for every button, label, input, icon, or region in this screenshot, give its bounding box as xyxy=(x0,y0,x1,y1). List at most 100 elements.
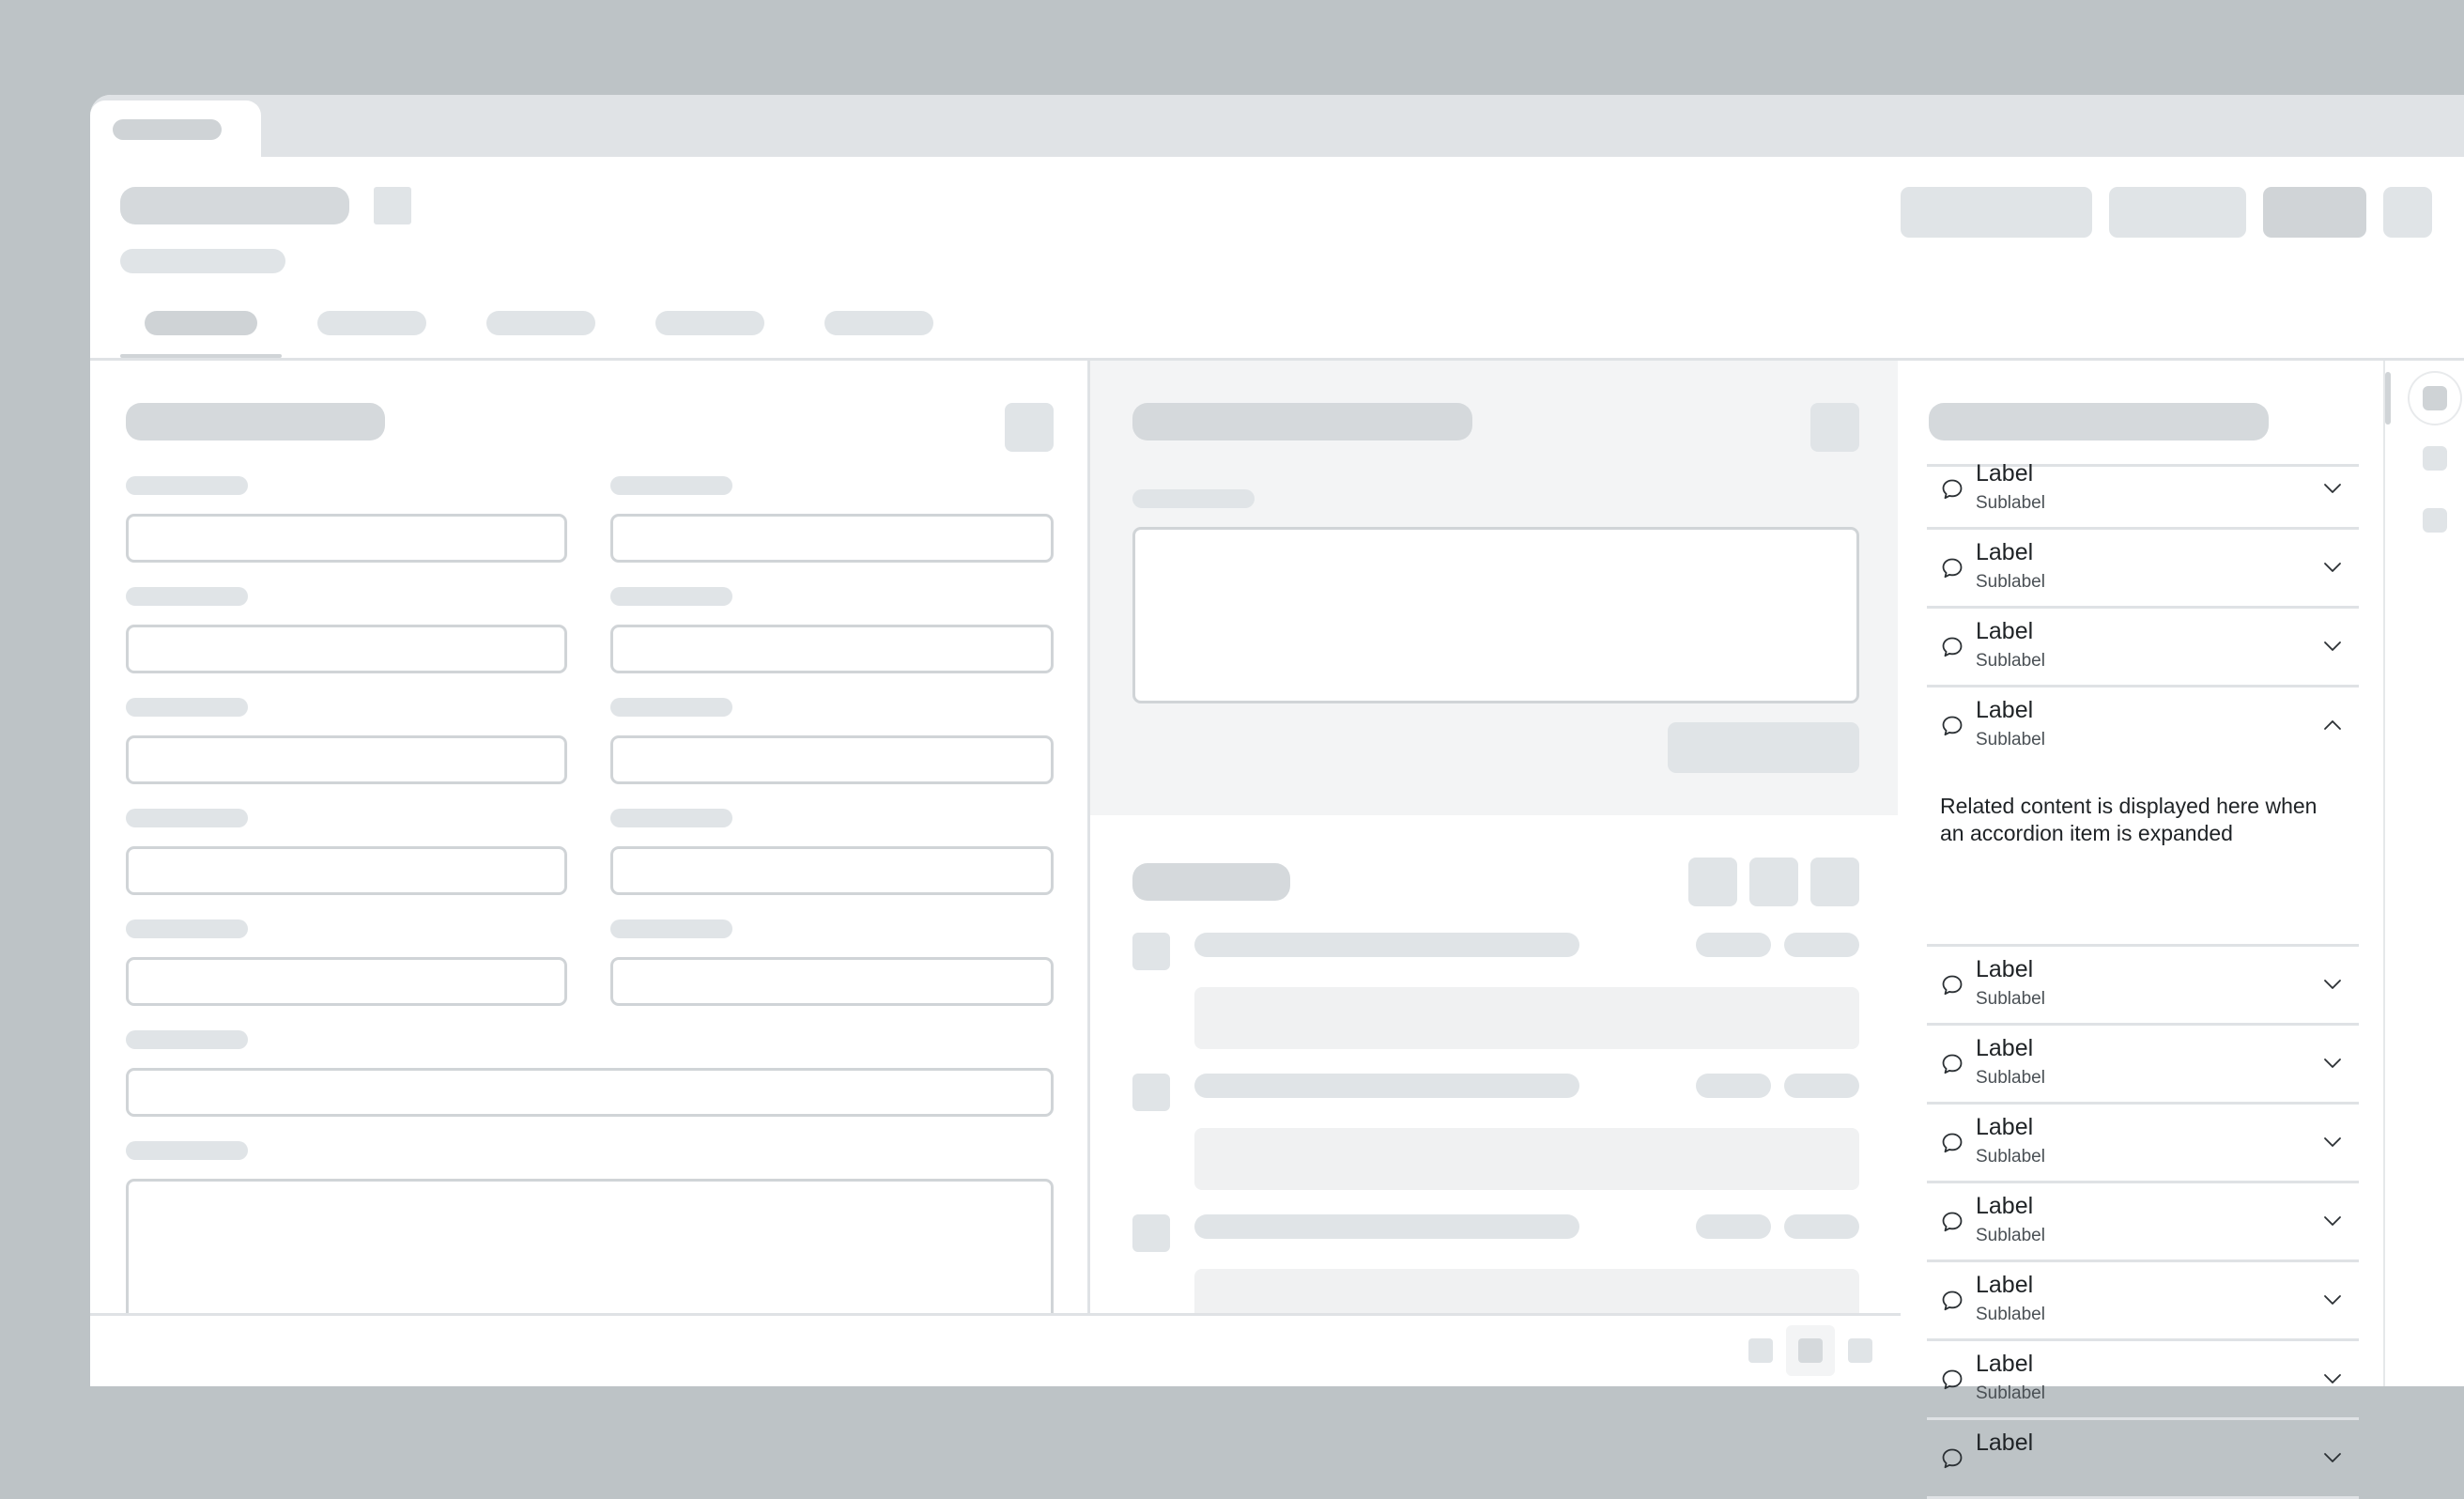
form-section-title-placeholder xyxy=(126,403,385,440)
chevron-up-icon[interactable] xyxy=(2321,714,2344,736)
view-toggle-1[interactable] xyxy=(1748,1338,1773,1363)
field-label-placeholder xyxy=(610,587,732,606)
activity-heading-placeholder xyxy=(1194,933,1579,957)
chevron-down-icon[interactable] xyxy=(2321,1289,2344,1311)
chevron-down-icon[interactable] xyxy=(2321,1368,2344,1390)
accordion-item[interactable]: Label Sublabel xyxy=(1927,609,2359,688)
activity-meta-placeholder xyxy=(1784,1214,1859,1239)
chevron-down-icon[interactable] xyxy=(2321,477,2344,500)
field-label-placeholder xyxy=(610,698,732,717)
tab-5[interactable] xyxy=(824,311,933,335)
field-label-placeholder xyxy=(126,1141,248,1160)
page-title-placeholder xyxy=(120,187,349,224)
right-rail-item-1-active[interactable] xyxy=(2410,373,2460,424)
accordion-item[interactable]: Label Sublabel xyxy=(1927,1026,2359,1105)
accordion-item[interactable]: Label Sublabel xyxy=(1927,451,2359,530)
activity-avatar xyxy=(1132,933,1170,970)
right-rail-item-3[interactable] xyxy=(2423,508,2447,533)
accordion-title-placeholder xyxy=(1929,403,2269,440)
accordion-item-label: Label xyxy=(1976,460,2034,487)
browser-tab-title-placeholder xyxy=(113,119,222,140)
header-action-button-1[interactable] xyxy=(1901,187,2092,238)
accordion-item[interactable]: Label Sublabel xyxy=(1927,1183,2359,1262)
activity-filter-button-1[interactable] xyxy=(1688,858,1737,906)
speech-bubble-icon xyxy=(1940,635,1964,659)
composer-action-button[interactable] xyxy=(1810,403,1859,452)
accordion-item[interactable]: Label Sublabel xyxy=(1927,1341,2359,1420)
speech-bubble-icon xyxy=(1940,714,1964,738)
activity-body-placeholder xyxy=(1194,987,1859,1049)
text-input-3[interactable] xyxy=(126,625,567,673)
composer-label-placeholder xyxy=(1132,489,1255,508)
activity-filter-button-3[interactable] xyxy=(1810,858,1859,906)
composer-textarea[interactable] xyxy=(1132,527,1859,703)
tab-2[interactable] xyxy=(317,311,426,335)
activity-meta-placeholder xyxy=(1784,933,1859,957)
accordion-item-expanded[interactable]: Label Sublabel Related content is displaye… xyxy=(1927,688,2359,947)
activity-meta-placeholder xyxy=(1784,1074,1859,1098)
form-section-action-button[interactable] xyxy=(1005,403,1054,452)
title-icon-placeholder[interactable] xyxy=(374,187,411,224)
chevron-down-icon[interactable] xyxy=(2321,556,2344,579)
text-input-2[interactable] xyxy=(610,514,1054,563)
tab-3[interactable] xyxy=(486,311,595,335)
accordion-item-sublabel: Sublabel xyxy=(1976,1305,2045,1324)
chevron-down-icon[interactable] xyxy=(2321,1446,2344,1469)
speech-bubble-icon xyxy=(1940,1052,1964,1076)
accordion-item-label: Label xyxy=(1976,1429,2034,1456)
chevron-down-icon[interactable] xyxy=(2321,1210,2344,1232)
bottom-bar-divider xyxy=(90,1313,1901,1316)
textarea-field[interactable] xyxy=(126,1179,1054,1329)
chevron-down-icon[interactable] xyxy=(2321,1052,2344,1074)
accordion-item[interactable]: Label Sublabel xyxy=(1927,947,2359,1026)
chevron-down-icon[interactable] xyxy=(2321,973,2344,996)
view-toggle-2-glyph xyxy=(1798,1338,1823,1363)
accordion-expanded-content: Related content is displayed here when a… xyxy=(1940,794,2318,845)
accordion-item[interactable]: Label Sublabel xyxy=(1927,530,2359,609)
field-label-placeholder xyxy=(610,476,732,495)
accordion-item-label: Label xyxy=(1976,1272,2034,1298)
text-input-7[interactable] xyxy=(126,846,567,895)
text-input-6[interactable] xyxy=(610,735,1054,784)
text-input-8[interactable] xyxy=(610,846,1054,895)
field-label-placeholder xyxy=(126,698,248,717)
text-input-10[interactable] xyxy=(610,957,1054,1006)
text-input-wide[interactable] xyxy=(126,1068,1054,1117)
text-input-5[interactable] xyxy=(126,735,567,784)
bottom-bar xyxy=(90,1316,1901,1386)
chevron-down-icon[interactable] xyxy=(2321,1131,2344,1153)
tab-4[interactable] xyxy=(655,311,764,335)
header-action-button-2[interactable] xyxy=(2109,187,2246,238)
activity-filter-button-2[interactable] xyxy=(1749,858,1798,906)
right-rail-border xyxy=(2383,361,2385,1386)
activity-heading-placeholder xyxy=(1194,1074,1579,1098)
header-primary-button[interactable] xyxy=(2263,187,2366,238)
accordion-item-sublabel: Sublabel xyxy=(1976,493,2045,513)
accordion-item-sublabel: Sublabel xyxy=(1976,730,2045,750)
browser-tab-active[interactable] xyxy=(90,100,261,159)
accordion-item-label: Label xyxy=(1976,956,2034,982)
field-label-placeholder xyxy=(126,809,248,827)
accordion-item[interactable]: Label Sublabel xyxy=(1927,1105,2359,1183)
activity-heading-placeholder xyxy=(1194,1214,1579,1239)
header-more-button[interactable] xyxy=(2383,187,2432,238)
composer-title-placeholder xyxy=(1132,403,1472,440)
view-toggle-2-selected[interactable] xyxy=(1786,1325,1835,1376)
accordion-item[interactable]: Label Sublabel xyxy=(1927,1262,2359,1341)
activity-body-placeholder xyxy=(1194,1128,1859,1190)
accordion-item-sublabel: Sublabel xyxy=(1976,1068,2045,1088)
text-input-1[interactable] xyxy=(126,514,567,563)
accordion-item-label: Label xyxy=(1976,1114,2034,1140)
text-input-4[interactable] xyxy=(610,625,1054,673)
text-input-9[interactable] xyxy=(126,957,567,1006)
right-rail-item-2[interactable] xyxy=(2423,446,2447,471)
field-label-placeholder xyxy=(126,1030,248,1049)
field-label-placeholder xyxy=(610,919,732,938)
view-toggle-3[interactable] xyxy=(1848,1338,1872,1363)
tab-1[interactable] xyxy=(145,311,257,335)
accordion-item[interactable]: Label xyxy=(1927,1420,2359,1499)
composer-submit-button[interactable] xyxy=(1668,722,1859,773)
chevron-down-icon[interactable] xyxy=(2321,635,2344,657)
accordion-item-sublabel: Sublabel xyxy=(1976,572,2045,592)
activity-avatar xyxy=(1132,1074,1170,1111)
